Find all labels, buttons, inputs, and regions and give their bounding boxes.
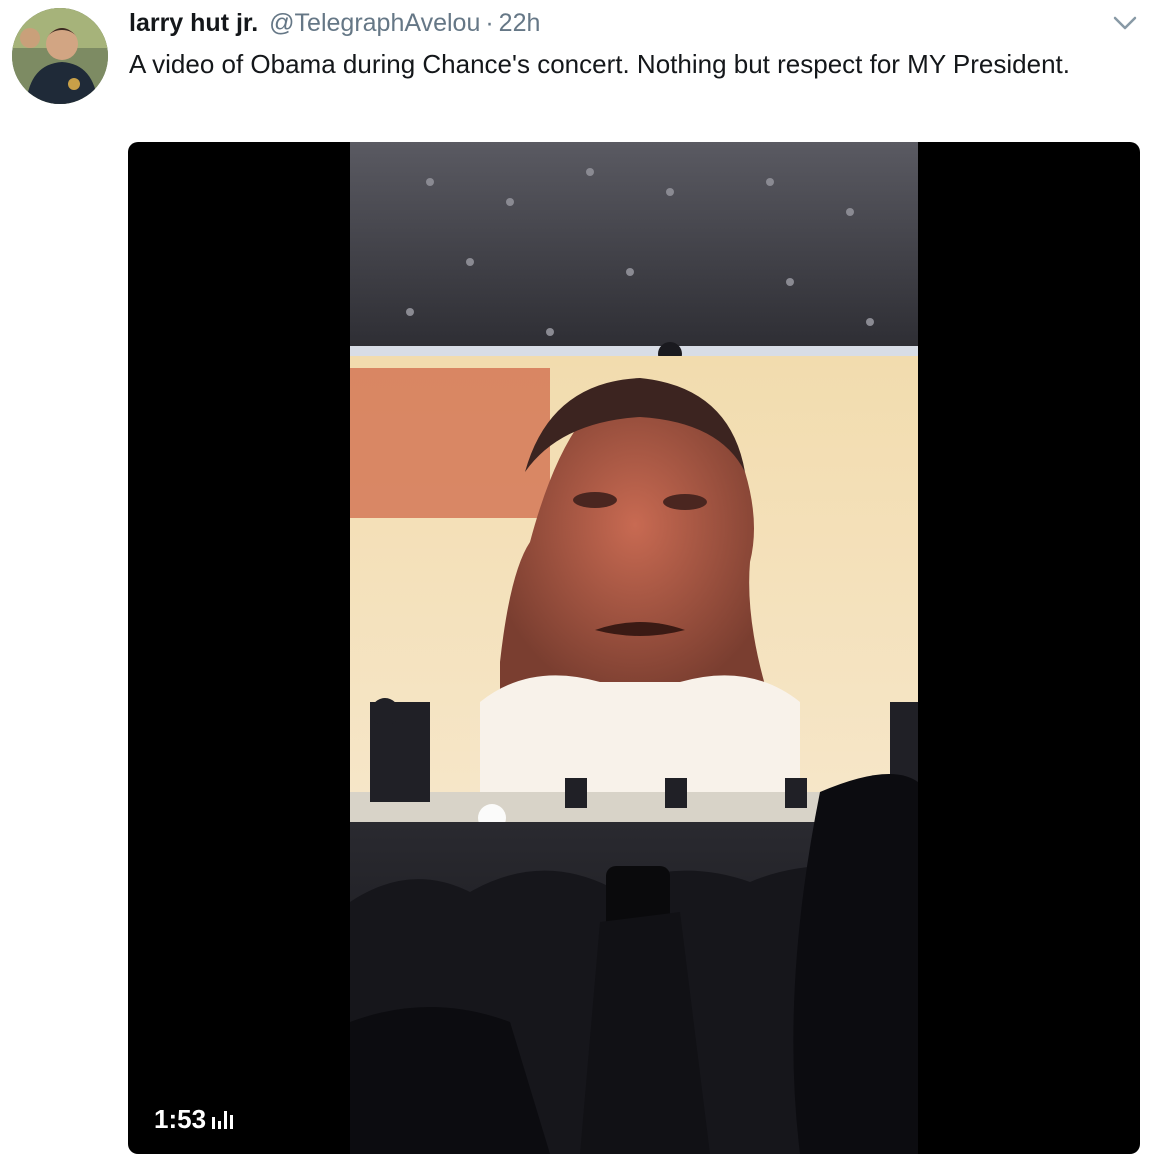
duration-text: 1:53 (154, 1103, 207, 1134)
video-duration: 1:53 (154, 1102, 234, 1136)
timestamp[interactable]: 22h (499, 9, 541, 37)
chevron-down-icon[interactable] (1110, 10, 1140, 36)
video-player[interactable]: 1:53 (128, 142, 1140, 1154)
audio-bars-icon (212, 1109, 234, 1129)
author-handle[interactable]: @TelegraphAvelou (269, 9, 480, 37)
author-name[interactable]: larry hut jr. (129, 9, 258, 37)
video-frame (350, 142, 918, 1154)
avatar-image (12, 8, 108, 104)
tweet-header: larry hut jr. @TelegraphAvelou · 22h (129, 8, 540, 38)
separator: · (485, 9, 494, 37)
avatar[interactable] (12, 8, 108, 104)
tweet-text: A video of Obama during Chance's concert… (129, 49, 1070, 79)
tweet: larry hut jr. @TelegraphAvelou · 22h A vid… (0, 0, 1162, 1156)
